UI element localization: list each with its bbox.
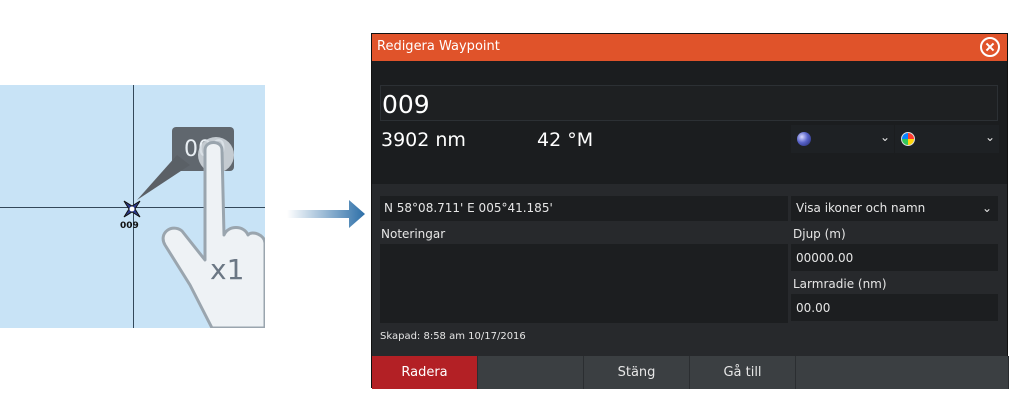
goto-button[interactable]: Gå till xyxy=(690,356,796,389)
depth-label: Djup (m) xyxy=(793,227,846,241)
display-option-value: Visa ikoner och namn xyxy=(796,201,926,215)
color-wheel-icon xyxy=(901,132,915,146)
dialog-title: Redigera Waypoint xyxy=(377,39,500,54)
empty-button xyxy=(796,356,1009,389)
button-bar: Radera Stäng Gå till xyxy=(372,356,1009,389)
close-button[interactable]: Stäng xyxy=(584,356,690,389)
created-timestamp: Skapad: 8:58 am 10/17/2016 xyxy=(380,331,526,342)
position-value: N 58°08.711' E 005°41.185' xyxy=(384,201,553,215)
alarm-radius-label: Larmradie (nm) xyxy=(793,277,887,291)
empty-button xyxy=(478,356,584,389)
alarm-radius-field[interactable]: 00.00 xyxy=(791,294,998,321)
alarm-radius-value: 00.00 xyxy=(796,301,831,315)
arrow-right-icon xyxy=(287,200,365,228)
display-option-select[interactable]: Visa ikoner och namn ⌄ xyxy=(791,196,998,221)
position-field[interactable]: N 58°08.711' E 005°41.185' xyxy=(380,196,788,221)
notes-field[interactable] xyxy=(380,244,788,323)
dialog-titlebar: Redigera Waypoint xyxy=(372,34,1007,61)
depth-value: 00000.00 xyxy=(796,251,854,265)
waypoint-name: 009 xyxy=(382,90,430,119)
chevron-down-icon: ⌄ xyxy=(879,130,890,144)
color-select[interactable]: ⌄ xyxy=(895,125,999,153)
chevron-down-icon: ⌄ xyxy=(984,130,995,144)
close-icon[interactable] xyxy=(980,37,1000,57)
chevron-down-icon: ⌄ xyxy=(981,201,992,215)
hand-tap-icon xyxy=(161,137,265,328)
notes-label: Noteringar xyxy=(381,227,446,241)
chart-map: 009 009 x1 xyxy=(0,85,265,328)
details-panel: N 58°08.711' E 005°41.185' Visa ikoner o… xyxy=(372,184,1007,356)
waypoint-name-field[interactable] xyxy=(380,85,998,121)
symbol-select[interactable]: ⌄ xyxy=(791,125,894,153)
edit-waypoint-dialog: Redigera Waypoint 009 3902 nm 42 °M ⌄ ⌄ … xyxy=(371,33,1009,389)
distance-value: 3902 nm xyxy=(381,129,466,151)
tap-count: x1 xyxy=(210,253,245,286)
bearing-value: 42 °M xyxy=(537,129,594,151)
blue-sphere-icon xyxy=(797,132,811,146)
waypoint-summary xyxy=(372,61,1007,184)
depth-field[interactable]: 00000.00 xyxy=(791,244,998,271)
delete-button[interactable]: Radera xyxy=(372,356,478,389)
